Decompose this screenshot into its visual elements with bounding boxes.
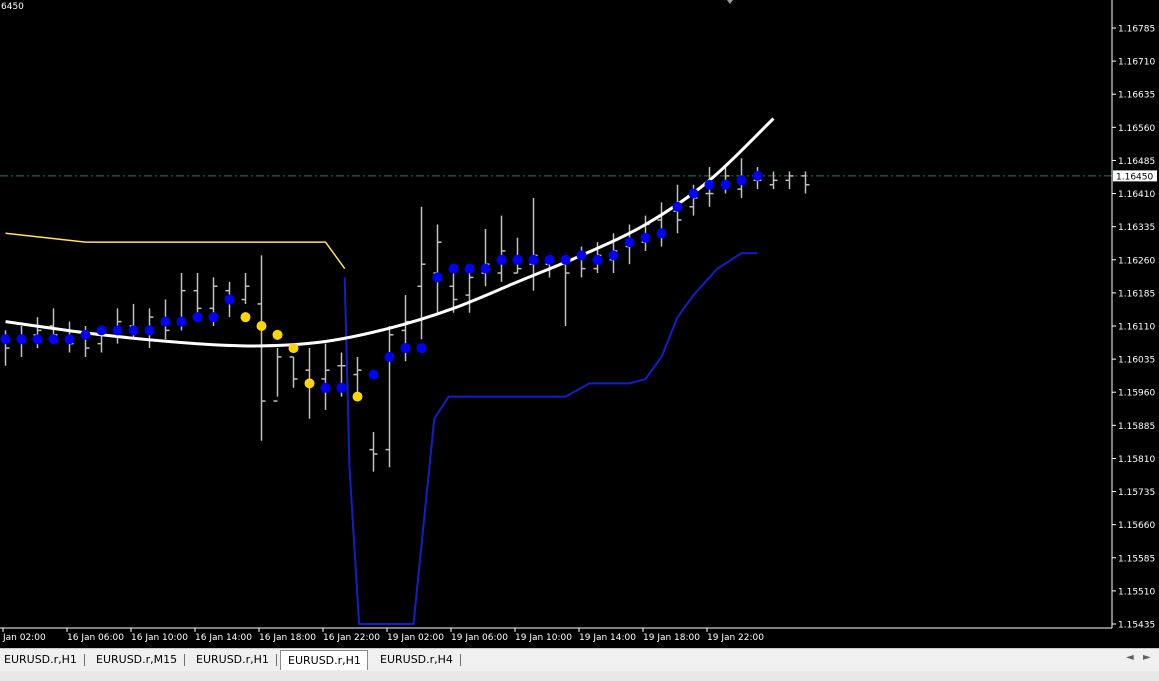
tab-divider [460, 654, 461, 666]
blue-dot [688, 188, 699, 199]
scroll-right-icon[interactable]: ► [1143, 652, 1151, 663]
y-tick-label: 1.15735 [1118, 488, 1155, 498]
y-tick-label: 1.16260 [1118, 256, 1155, 266]
yellow-dot [240, 312, 251, 323]
blue-dot [384, 351, 395, 362]
y-tick-label: 1.16410 [1118, 190, 1155, 200]
blue-dot [128, 325, 139, 336]
blue-dot [32, 334, 43, 345]
tab-eurusd-h1-active[interactable]: EURUSD.r,H1 [280, 650, 368, 670]
blue-dot [704, 179, 715, 190]
x-tick-label: 16 Jan 06:00 [67, 633, 124, 643]
current-price-text: 1.16450 [1116, 172, 1153, 182]
price-chart[interactable]: 1.16785 1.16710 1.16635 1.16560 1.16485 1.164… [0, 0, 1159, 648]
yellow-dot [272, 329, 283, 340]
tab-eurusd-h4[interactable]: EURUSD.r,H4 [376, 651, 460, 668]
blue-dot [560, 254, 571, 265]
yellow-dot [352, 391, 363, 402]
blue-dot [416, 343, 427, 354]
chart-tab-bar: EURUSD.r,H1 EURUSD.r,M15 EURUSD.r,H1 EUR… [0, 648, 1159, 671]
blue-dot [64, 334, 75, 345]
blue-dot [752, 170, 763, 181]
blue-dot [672, 201, 683, 212]
tab-eurusd-m15[interactable]: EURUSD.r,M15 [92, 651, 184, 668]
blue-dot [624, 237, 635, 248]
tab-eurusd-h1-1[interactable]: EURUSD.r,H1 [0, 651, 83, 668]
blue-dot [448, 263, 459, 274]
x-tick-label: 16 Jan 10:00 [131, 633, 188, 643]
blue-dot [592, 254, 603, 265]
y-tick-label: 1.16785 [1118, 25, 1155, 35]
current-price-label: 1.16450 [1113, 170, 1157, 182]
blue-dot [112, 325, 123, 336]
y-tick-label: 1.16635 [1118, 91, 1155, 101]
y-tick-label: 1.16335 [1118, 223, 1155, 233]
blue-dot [0, 334, 11, 345]
tab-divider [276, 654, 277, 666]
blue-dot [192, 312, 203, 323]
x-tick-label: 19 Jan 06:00 [451, 633, 508, 643]
y-tick-label: 1.15960 [1118, 389, 1155, 399]
tab-divider [84, 654, 85, 666]
blue-dot [512, 254, 523, 265]
blue-dot [208, 312, 219, 323]
blue-dot [80, 329, 91, 340]
tab-eurusd-h1-2[interactable]: EURUSD.r,H1 [192, 651, 275, 668]
y-tick-label: 1.16185 [1118, 289, 1155, 299]
x-tick-label: 19 Jan 14:00 [579, 633, 636, 643]
x-tick-label: 19 Jan 18:00 [643, 633, 700, 643]
y-tick-label: 1.15585 [1118, 554, 1155, 564]
y-tick-label: 1.16710 [1118, 58, 1155, 68]
chart-background [0, 0, 1159, 648]
blue-dot [576, 250, 587, 261]
blue-dot [368, 369, 379, 380]
scroll-left-icon[interactable]: ◄ [1126, 652, 1134, 663]
blue-dot [720, 179, 731, 190]
y-tick-label: 1.15885 [1118, 422, 1155, 432]
blue-dot [656, 228, 667, 239]
x-tick-label: 19 Jan 22:00 [707, 633, 764, 643]
x-tick-label: Jan 02:00 [2, 633, 46, 643]
tab-divider [184, 654, 185, 666]
x-tick-label: 16 Jan 18:00 [259, 633, 316, 643]
blue-dot [464, 263, 475, 274]
y-tick-label: 1.15510 [1118, 587, 1155, 597]
y-tick-label: 1.15435 [1118, 621, 1155, 631]
blue-dot [496, 254, 507, 265]
y-tick-label: 1.15660 [1118, 521, 1155, 531]
y-tick-label: 1.16485 [1118, 157, 1155, 167]
blue-dot [432, 272, 443, 283]
y-tick-label: 1.15810 [1118, 455, 1155, 465]
x-tick-label: 16 Jan 22:00 [323, 633, 380, 643]
blue-dot [400, 343, 411, 354]
x-tick-label: 16 Jan 14:00 [195, 633, 252, 643]
x-tick-label: 19 Jan 10:00 [515, 633, 572, 643]
y-tick-label: 1.16035 [1118, 356, 1155, 366]
blue-dot [480, 263, 491, 274]
blue-dot [736, 175, 747, 186]
y-tick-label: 1.16110 [1118, 323, 1155, 333]
blue-dot [320, 382, 331, 393]
y-tick-label: 1.16560 [1118, 124, 1155, 134]
blue-dot [640, 232, 651, 243]
yellow-dot [288, 343, 299, 354]
corner-price-label: 6450 [1, 2, 24, 12]
blue-dot [48, 334, 59, 345]
blue-dot [160, 316, 171, 327]
x-tick-label: 19 Jan 02:00 [387, 633, 444, 643]
blue-dot [224, 294, 235, 305]
blue-dot [144, 325, 155, 336]
yellow-dot [256, 321, 267, 331]
yellow-dot [304, 378, 315, 389]
blue-dot [544, 254, 555, 265]
status-strip [0, 671, 1159, 681]
blue-dot [176, 316, 187, 327]
blue-dot [16, 334, 27, 345]
blue-dot [96, 325, 107, 336]
blue-dot [528, 254, 539, 265]
blue-dot [336, 382, 347, 393]
blue-dot [608, 250, 619, 261]
